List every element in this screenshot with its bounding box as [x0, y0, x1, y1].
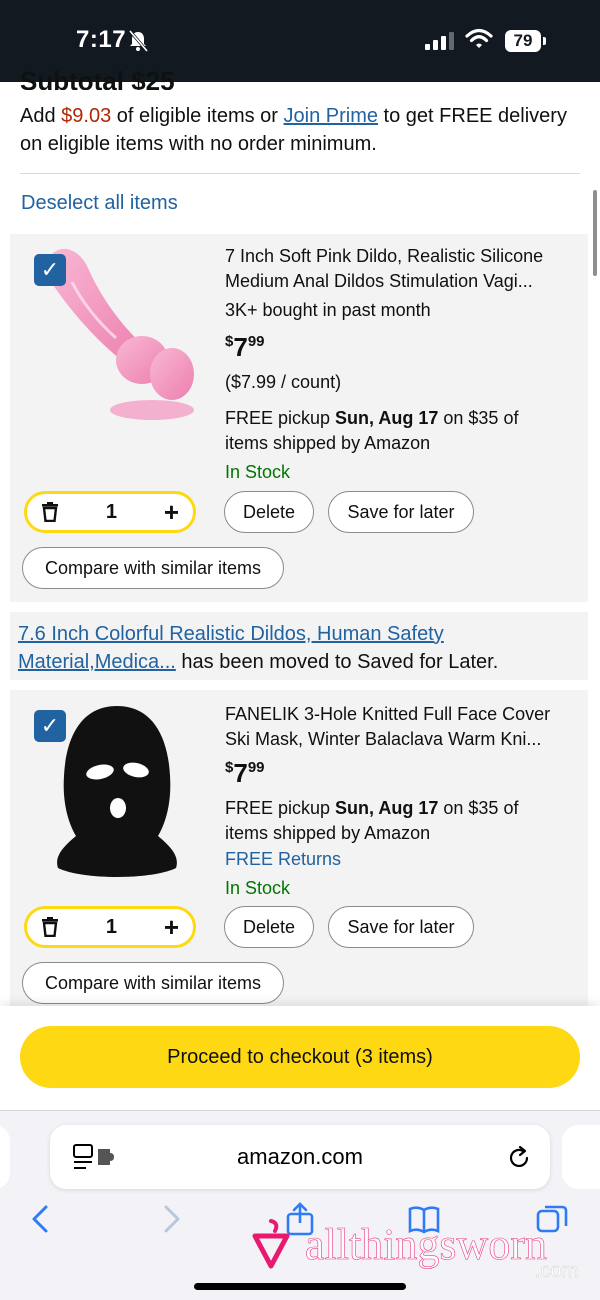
proceed-to-checkout-button[interactable]: Proceed to checkout (3 items) — [20, 1026, 580, 1088]
delete-button[interactable]: Delete — [224, 491, 314, 533]
item-price: $799 — [225, 758, 265, 788]
stock-status: In Stock — [225, 878, 291, 898]
quantity-stepper: 1 + — [24, 906, 196, 948]
quantity-stepper: 1 + — [24, 491, 196, 533]
cart-item: ✓ 7 Inch Soft Pink Dildo, Realistic Sili… — [10, 234, 588, 602]
wifi-icon — [465, 28, 493, 48]
divider — [20, 173, 580, 174]
forward-icon[interactable] — [154, 1201, 190, 1237]
battery-indicator: 79 — [505, 30, 541, 52]
trash-icon[interactable] — [41, 917, 59, 937]
home-indicator[interactable] — [194, 1283, 406, 1290]
battery-tip — [543, 37, 546, 45]
remaining-amount: $9.03 — [61, 105, 112, 127]
status-time: 7:17 — [76, 26, 127, 53]
url-text: amazon.com — [237, 1144, 363, 1169]
plus-icon[interactable]: + — [164, 912, 179, 943]
deselect-all-link[interactable]: Deselect all items — [21, 192, 178, 215]
compare-similar-button[interactable]: Compare with similar items — [22, 547, 284, 589]
item-checkbox[interactable]: ✓ — [34, 254, 66, 286]
next-tab-preview[interactable] — [562, 1125, 600, 1189]
saved-for-later-notice: 7.6 Inch Colorful Realistic Dildos, Huma… — [10, 612, 588, 680]
previous-tab-preview[interactable] — [0, 1125, 10, 1189]
svg-text:allthingsworn: allthingsworn — [305, 1220, 547, 1269]
bell-muted-icon — [128, 30, 148, 52]
quantity-value: 1 — [105, 915, 117, 938]
free-delivery-notice: Add $9.03 of eligible items or Join Prim… — [20, 105, 567, 155]
pickup-info: FREE pickup Sun, Aug 17 on $35 of — [225, 408, 519, 428]
join-prime-link[interactable]: Join Prime — [284, 105, 378, 127]
plus-icon[interactable]: + — [164, 497, 179, 528]
item-checkbox[interactable]: ✓ — [34, 710, 66, 742]
pickup-info: FREE pickup Sun, Aug 17 on $35 of — [225, 798, 519, 818]
subtotal-partial: Subtotal $25 — [20, 70, 175, 90]
unit-price: ($7.99 / count) — [225, 372, 342, 392]
free-returns-link[interactable]: FREE Returns — [225, 847, 341, 872]
cellular-signal-icon — [425, 32, 454, 50]
save-for-later-button[interactable]: Save for later — [328, 906, 474, 948]
stock-status: In Stock — [225, 462, 291, 482]
save-for-later-button[interactable]: Save for later — [328, 491, 474, 533]
checkout-bar: Proceed to checkout (3 items) — [0, 1006, 600, 1110]
item-price: $799 — [225, 332, 265, 362]
address-bar[interactable]: amazon.com — [50, 1125, 550, 1189]
compare-similar-button[interactable]: Compare with similar items — [22, 962, 284, 1004]
watermark-logo: allthingsworn .com — [252, 1219, 579, 1281]
bought-count: 3K+ bought in past month — [225, 300, 431, 320]
svg-text:.com: .com — [535, 1260, 578, 1281]
product-title-link[interactable]: 7 Inch Soft Pink Dildo, Realistic Silico… — [225, 244, 577, 294]
product-title-link[interactable]: FANELIK 3-Hole Knitted Full Face Cover S… — [225, 702, 577, 752]
quantity-value: 1 — [105, 500, 117, 523]
scrollbar[interactable] — [593, 190, 597, 276]
back-icon[interactable] — [22, 1201, 58, 1237]
trash-icon[interactable] — [41, 502, 59, 522]
pickup-info-line2: items shipped by Amazon — [225, 823, 431, 843]
browser-toolbar: amazon.com allthingsworn .com — [0, 1110, 600, 1300]
pickup-info-line2: items shipped by Amazon — [225, 433, 431, 453]
delete-button[interactable]: Delete — [224, 906, 314, 948]
reload-icon[interactable] — [506, 1145, 532, 1171]
cart-item: ✓ FANELIK 3-Hole Knitted Full Face Cover… — [10, 690, 588, 1010]
